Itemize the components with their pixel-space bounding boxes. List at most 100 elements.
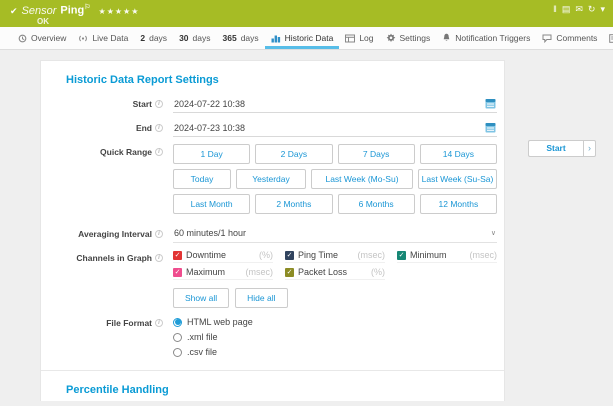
channel-maximum[interactable]: Maximum (msec) <box>173 267 273 280</box>
end-row: End 2024-07-23 10:38 <box>41 120 504 137</box>
tab-overview[interactable]: Overview <box>12 27 72 49</box>
section-title-percentile-handling: Percentile Handling <box>66 384 504 396</box>
channel-packet-loss[interactable]: Packet Loss (%) <box>285 267 385 280</box>
channel-unit: (msec) <box>470 250 498 260</box>
averaging-interval-select[interactable]: 60 minutes/1 hour ∨ <box>173 226 497 243</box>
quick-range-12-months-button[interactable]: 12 Months <box>420 194 497 214</box>
tab-number: 2 <box>140 33 145 43</box>
tab-label: days <box>193 33 211 43</box>
quick-range-1-day-button[interactable]: 1 Day <box>173 144 250 164</box>
info-icon[interactable] <box>155 124 163 132</box>
info-icon[interactable] <box>155 230 163 238</box>
status-check-icon: ✔ <box>10 6 18 17</box>
caret-down-icon[interactable]: ▾ <box>600 4 605 15</box>
refresh-icon[interactable]: ↻ <box>588 4 596 15</box>
tab-label: Log <box>359 33 373 43</box>
calendar-icon[interactable] <box>485 98 496 109</box>
channel-ping-time[interactable]: Ping Time (msec) <box>285 250 385 263</box>
tab-history[interactable]: History <box>603 27 613 49</box>
file-format-csv-option[interactable]: .csv file <box>173 347 497 357</box>
channel-downtime[interactable]: Downtime (%) <box>173 250 273 263</box>
info-icon[interactable] <box>155 148 163 156</box>
start-report-button[interactable]: Start <box>528 140 583 157</box>
sensor-header: ✔ Sensor Ping⚐ ★★★★★ OK ‖ ▤ ✉ ↻ ▾ <box>0 0 613 27</box>
start-datetime-value: 2024-07-22 10:38 <box>174 99 245 109</box>
channel-unit: (%) <box>371 267 385 277</box>
start-datetime-input[interactable]: 2024-07-22 10:38 <box>173 96 497 113</box>
tab-notification-triggers[interactable]: Notification Triggers <box>436 27 536 49</box>
tab-label: Overview <box>31 33 66 43</box>
quick-range-last-week-su-sa-button[interactable]: Last Week (Su-Sa) <box>418 169 497 189</box>
channel-checkbox[interactable] <box>285 268 294 277</box>
start-report-split-button: Start › <box>528 140 596 157</box>
percentile-handling-section: Percentile Handling Percentile Results D… <box>41 370 504 401</box>
radio-icon[interactable] <box>173 348 182 357</box>
quick-range-today-button[interactable]: Today <box>173 169 231 189</box>
channel-name: Packet Loss <box>298 267 367 277</box>
tab-label: Notification Triggers <box>455 33 530 43</box>
channel-checkbox[interactable] <box>285 251 294 260</box>
tab-30-days[interactable]: 30 days <box>173 27 216 49</box>
tab-number: 30 <box>179 33 188 43</box>
sensor-status-badge: OK <box>37 17 603 26</box>
file-format-row: File Format HTML web page .xml file .csv… <box>41 315 504 357</box>
email-icon[interactable]: ✉ <box>575 4 583 15</box>
bar-chart-icon <box>271 34 281 43</box>
calendar-icon[interactable] <box>485 122 496 133</box>
tab-log[interactable]: Log <box>339 27 379 49</box>
priority-flag-icon: ⚐ <box>84 4 90 11</box>
hide-all-button[interactable]: Hide all <box>235 288 287 308</box>
averaging-interval-label: Averaging Interval <box>78 229 152 239</box>
file-format-options: HTML web page .xml file .csv file <box>173 315 497 357</box>
show-all-button[interactable]: Show all <box>173 288 229 308</box>
tab-settings[interactable]: Settings <box>380 27 437 49</box>
channel-unit: (%) <box>259 250 273 260</box>
tab-live-data[interactable]: Live Data <box>72 27 134 49</box>
sensor-name-text: Ping <box>60 5 84 17</box>
quick-range-2-days-button[interactable]: 2 Days <box>255 144 332 164</box>
end-datetime-value: 2024-07-23 10:38 <box>174 123 245 133</box>
file-format-label: File Format <box>106 318 152 328</box>
pause-icon[interactable]: ‖ <box>553 4 557 15</box>
chevron-down-icon: ∨ <box>491 229 496 237</box>
tab-historic-data[interactable]: Historic Data <box>265 27 340 49</box>
start-options-chevron[interactable]: › <box>583 140 596 157</box>
tab-2-days[interactable]: 2 days <box>134 27 173 49</box>
log-icon <box>345 34 355 43</box>
channels-in-graph-row: Channels in Graph Downtime (%) Ping Time… <box>41 250 504 308</box>
priority-stars[interactable]: ★★★★★ <box>99 7 140 16</box>
quick-range-last-month-button[interactable]: Last Month <box>173 194 250 214</box>
channel-checkbox[interactable] <box>173 268 182 277</box>
tab-label: Live Data <box>92 33 128 43</box>
quick-range-yesterday-button[interactable]: Yesterday <box>236 169 306 189</box>
quick-range-7-days-button[interactable]: 7 Days <box>338 144 415 164</box>
end-datetime-input[interactable]: 2024-07-23 10:38 <box>173 120 497 137</box>
quick-range-6-months-button[interactable]: 6 Months <box>338 194 415 214</box>
info-icon[interactable] <box>155 100 163 108</box>
object-kind: Sensor <box>22 5 57 17</box>
overview-icon <box>18 34 27 43</box>
info-icon[interactable] <box>155 254 163 262</box>
channel-minimum[interactable]: Minimum (msec) <box>397 250 497 263</box>
quick-range-2-months-button[interactable]: 2 Months <box>255 194 332 214</box>
radio-icon[interactable] <box>173 333 182 342</box>
radio-label: .xml file <box>187 332 218 342</box>
tab-label: Historic Data <box>285 33 334 43</box>
channel-unit: (msec) <box>246 267 274 277</box>
channel-checkbox[interactable] <box>397 251 406 260</box>
report-icon[interactable]: ▤ <box>562 4 571 15</box>
channel-checkbox[interactable] <box>173 251 182 260</box>
comment-icon <box>542 34 552 43</box>
tab-365-days[interactable]: 365 days <box>217 27 265 49</box>
quick-range-buttons: 1 Day 2 Days 7 Days 14 Days Today Yester… <box>173 144 497 219</box>
tab-bar: Overview Live Data 2 days 30 days 365 da… <box>0 27 613 50</box>
quick-range-14-days-button[interactable]: 14 Days <box>420 144 497 164</box>
file-format-xml-option[interactable]: .xml file <box>173 332 497 342</box>
channel-name: Maximum <box>186 267 242 277</box>
info-icon[interactable] <box>155 319 163 327</box>
quick-range-last-week-mo-su-button[interactable]: Last Week (Mo-Su) <box>311 169 413 189</box>
radio-label: .csv file <box>187 347 217 357</box>
tab-comments[interactable]: Comments <box>536 27 603 49</box>
radio-icon[interactable] <box>173 318 182 327</box>
file-format-html-option[interactable]: HTML web page <box>173 317 497 327</box>
